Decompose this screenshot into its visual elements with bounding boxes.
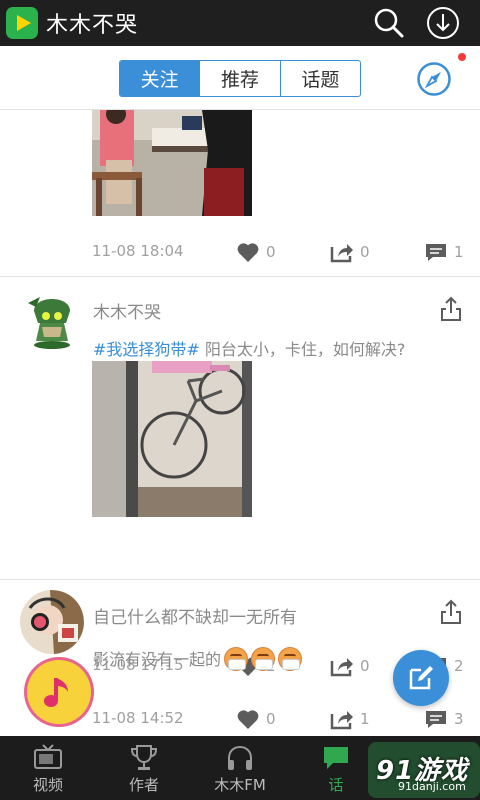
like-count: 0 xyxy=(266,243,276,261)
author-name[interactable]: 木木不哭 xyxy=(93,298,161,323)
feed[interactable]: 11-08 18:04 0 0 1 木木不哭 #我选择狗带# 阳台太小，卡住，如… xyxy=(0,110,480,736)
share-count: 1 xyxy=(360,710,370,728)
topic-icon xyxy=(324,747,348,769)
heart-icon xyxy=(237,243,259,262)
post-stats: 11-08 18:04 0 0 1 xyxy=(0,239,480,265)
mask-emoji-icon xyxy=(224,647,249,671)
post-time: 11-08 14:52 xyxy=(92,709,184,727)
share-icon[interactable] xyxy=(440,296,462,322)
share-arrow-icon xyxy=(330,658,353,677)
author-name[interactable]: 自己什么都不缺却一无所有 xyxy=(93,603,297,628)
notification-dot xyxy=(458,53,466,61)
comment-icon xyxy=(426,711,446,728)
comment-count: 2 xyxy=(454,657,464,675)
nav-label: 话 xyxy=(328,776,344,794)
hashtag-link[interactable]: #我选择狗带# xyxy=(93,340,200,359)
comment-button[interactable]: 1 xyxy=(424,239,464,265)
post-photo[interactable] xyxy=(92,361,252,517)
comment-button[interactable]: 3 xyxy=(424,706,464,732)
edit-icon xyxy=(409,666,433,690)
tab-follow[interactable]: 关注 xyxy=(120,61,200,96)
nav-author[interactable]: 作者 xyxy=(96,736,192,800)
post-body: 影流有没有一起的 xyxy=(93,650,222,669)
compose-button[interactable] xyxy=(393,650,449,706)
share-count-button[interactable]: 0 xyxy=(330,239,370,265)
mask-emoji-icon xyxy=(251,647,276,671)
headphones-icon xyxy=(228,745,252,770)
divider xyxy=(0,579,480,580)
share-count-button[interactable]: 1 xyxy=(330,706,370,732)
app-logo-icon xyxy=(6,7,38,39)
post-text: 影流有没有一起的 xyxy=(93,646,303,671)
segmented-tabs: 关注 推荐 话题 xyxy=(119,60,361,97)
share-icon[interactable] xyxy=(440,599,462,625)
comment-icon xyxy=(426,244,446,261)
comment-count: 3 xyxy=(454,710,464,728)
tv-icon xyxy=(34,744,62,769)
avatar[interactable] xyxy=(20,289,84,353)
watermark-url: 91danji.com xyxy=(398,780,466,793)
post-photo[interactable] xyxy=(92,110,252,216)
comment-count: 1 xyxy=(454,243,464,261)
share-arrow-icon xyxy=(330,711,353,730)
share-count-button[interactable]: 0 xyxy=(330,653,370,679)
share-count: 0 xyxy=(360,657,370,675)
nav-fm[interactable]: 木木FM xyxy=(192,736,288,800)
like-count: 0 xyxy=(266,710,276,728)
share-arrow-icon xyxy=(330,244,353,263)
avatar[interactable] xyxy=(20,590,84,654)
download-icon[interactable] xyxy=(426,6,460,40)
tab-topics[interactable]: 话题 xyxy=(279,61,360,96)
app-title: 木木不哭 xyxy=(46,13,139,38)
tab-row: 关注 推荐 话题 xyxy=(0,46,480,110)
nav-label: 木木FM xyxy=(214,776,266,794)
trophy-icon xyxy=(130,745,158,770)
post-body: 阳台太小，卡住，如何解决? xyxy=(199,340,406,359)
like-button[interactable]: 0 xyxy=(236,706,276,732)
divider xyxy=(0,276,480,277)
tab-recommend[interactable]: 推荐 xyxy=(199,61,279,96)
app-bar: 木木不哭 xyxy=(0,0,480,46)
post-time: 11-08 18:04 xyxy=(92,242,184,260)
post-text: #我选择狗带# 阳台太小，卡住，如何解决? xyxy=(93,336,405,360)
nav-label: 视频 xyxy=(32,776,63,794)
nav-video[interactable]: 视频 xyxy=(0,736,96,800)
music-note-icon xyxy=(44,678,68,707)
share-count: 0 xyxy=(360,243,370,261)
nav-label: 作者 xyxy=(128,776,159,794)
search-icon[interactable] xyxy=(372,6,406,40)
mask-emoji-icon xyxy=(278,647,303,671)
heart-icon xyxy=(237,710,259,729)
compass-icon[interactable] xyxy=(416,61,452,97)
music-player-button[interactable] xyxy=(27,660,91,724)
like-button[interactable]: 0 xyxy=(236,239,276,265)
